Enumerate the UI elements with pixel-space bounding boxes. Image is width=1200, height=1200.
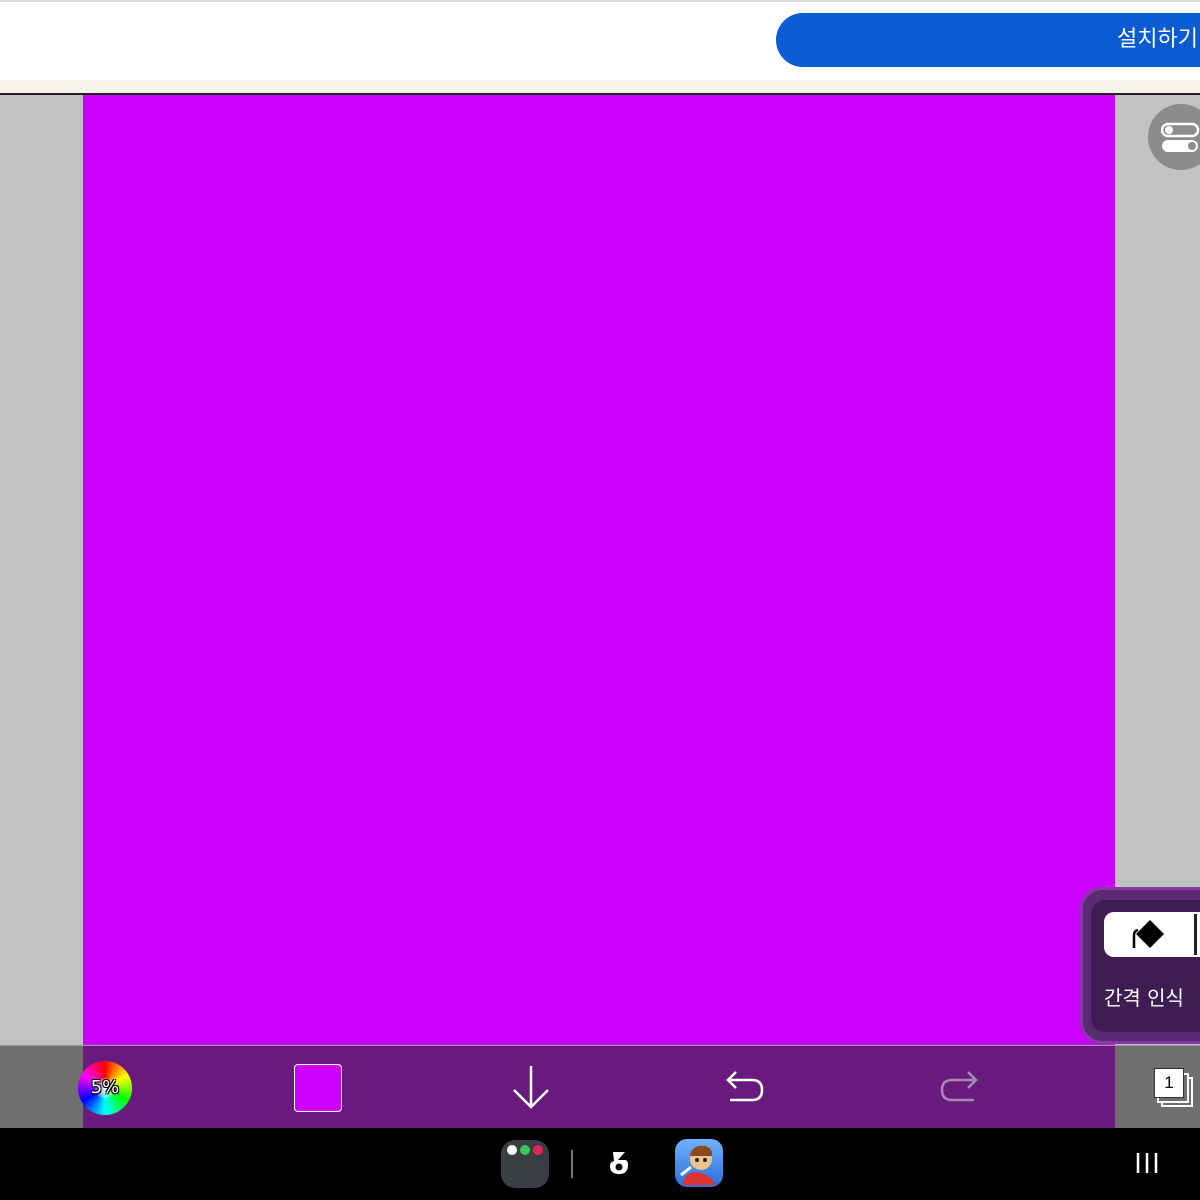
layers-button[interactable]: 1 bbox=[1150, 1066, 1196, 1110]
logo-app-icon[interactable] bbox=[604, 1148, 634, 1178]
fill-tool-button[interactable] bbox=[1104, 912, 1200, 957]
opacity-label: 5% bbox=[90, 1077, 120, 1098]
color-wheel-button[interactable]: 5% bbox=[78, 1061, 132, 1115]
undo-icon[interactable] bbox=[724, 1070, 766, 1106]
fill-tool-divider bbox=[1194, 914, 1197, 955]
folder-app-dot bbox=[533, 1145, 543, 1155]
gap-detect-label[interactable]: 간격 인식 bbox=[1104, 982, 1184, 1011]
character-icon bbox=[680, 1145, 715, 1185]
arrow-down-icon[interactable] bbox=[510, 1064, 552, 1110]
drawing-canvas[interactable] bbox=[83, 95, 1115, 1045]
game-app-icon[interactable] bbox=[675, 1139, 723, 1187]
toggle-switches-icon bbox=[1161, 122, 1200, 152]
folder-app-dot bbox=[520, 1145, 530, 1155]
app-folder[interactable] bbox=[501, 1140, 549, 1188]
fill-tool-panel bbox=[1080, 887, 1200, 1044]
install-button[interactable]: 설치하기 bbox=[776, 13, 1200, 67]
current-color-swatch[interactable] bbox=[294, 1064, 342, 1112]
navigation-bar bbox=[0, 1128, 1200, 1200]
toolbar-divider bbox=[0, 1045, 1200, 1046]
recents-icon[interactable] bbox=[1132, 1150, 1162, 1176]
layer-count: 1 bbox=[1154, 1068, 1184, 1098]
redo-icon[interactable] bbox=[938, 1070, 980, 1106]
nav-separator bbox=[571, 1150, 573, 1178]
folder-app-dot bbox=[507, 1145, 517, 1155]
ad-strip bbox=[0, 80, 1200, 93]
paint-bucket-icon bbox=[1132, 920, 1164, 948]
